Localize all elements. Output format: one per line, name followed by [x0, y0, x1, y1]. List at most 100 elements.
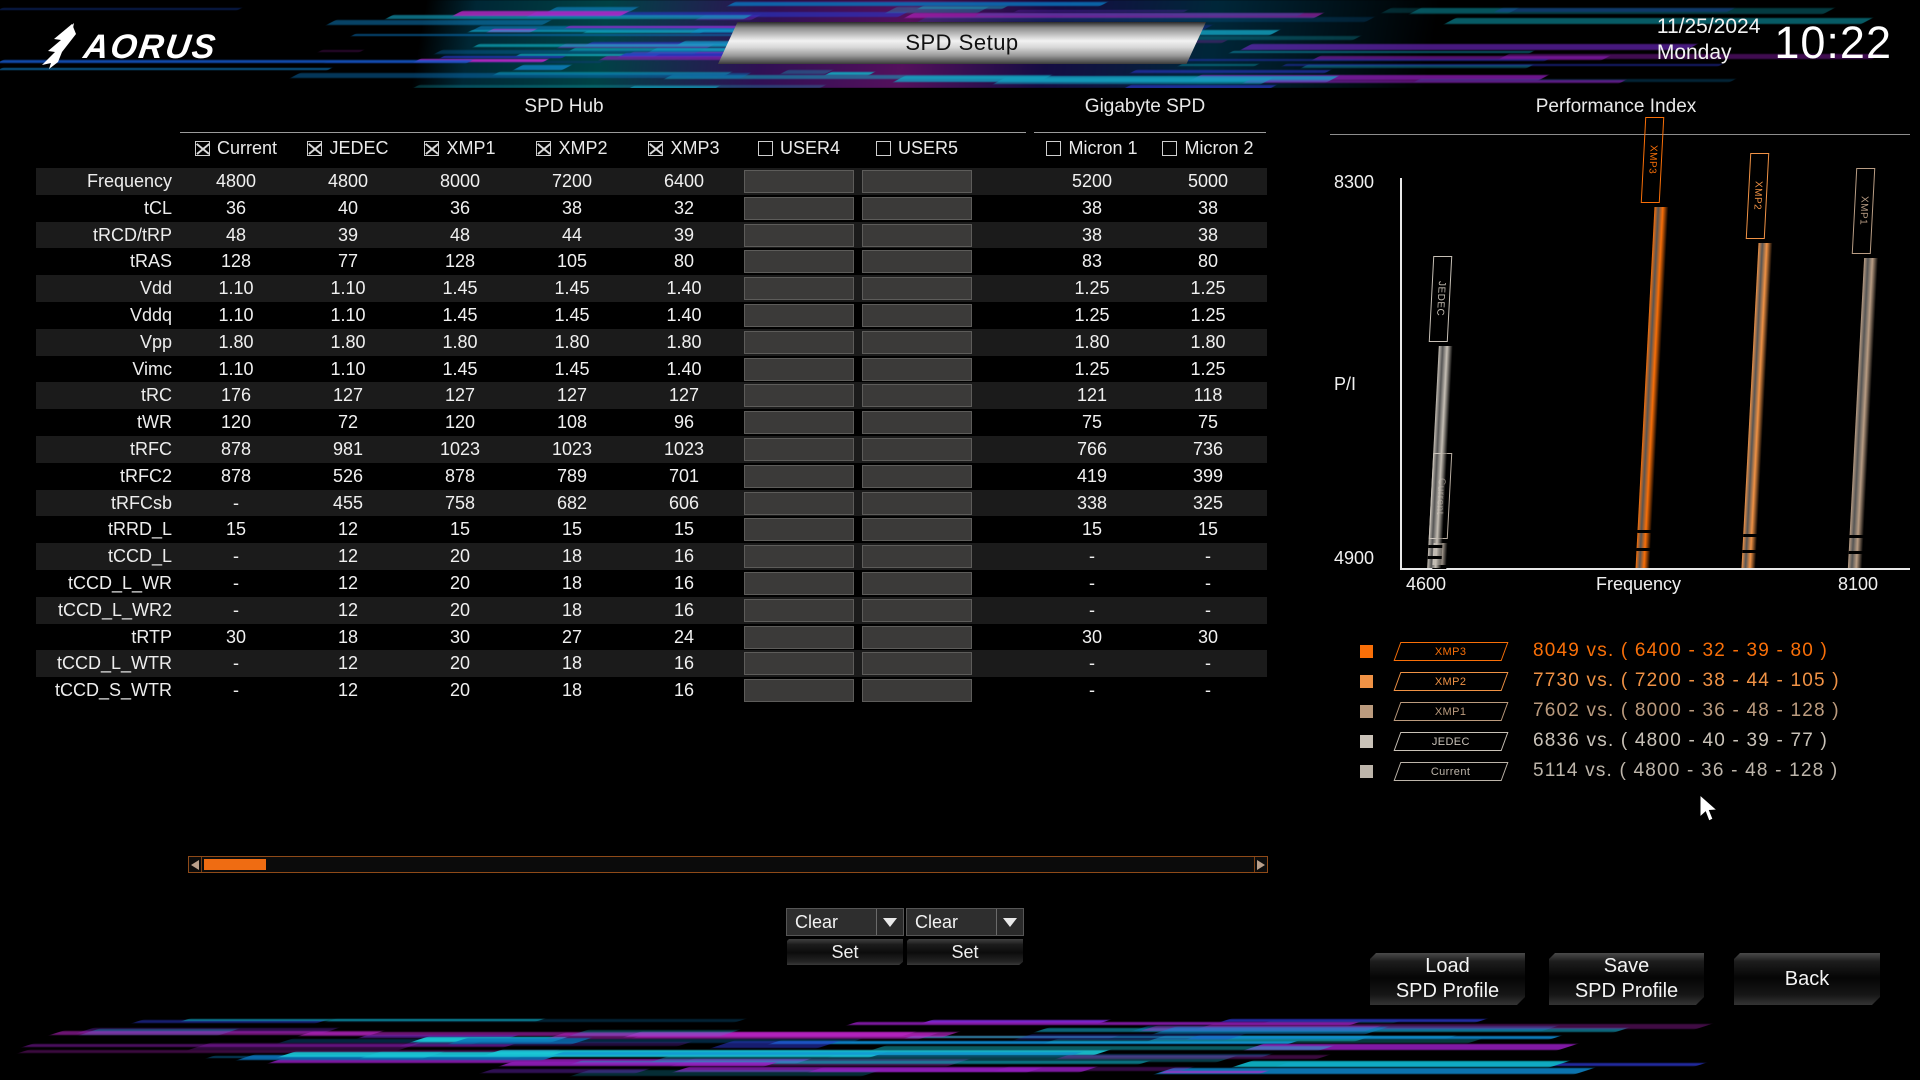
user-profile-input[interactable]: [744, 170, 854, 193]
table-cell: 38: [1081, 197, 1103, 218]
user-profile-input[interactable]: [862, 196, 972, 220]
user-profile-input[interactable]: [744, 545, 854, 569]
table-cell: 1.45: [554, 278, 590, 299]
checkbox-unchecked-icon[interactable]: [757, 141, 773, 156]
user-profile-input[interactable]: [744, 411, 854, 435]
table-column-header-user4[interactable]: USER4: [740, 138, 858, 159]
user-profile-input[interactable]: [862, 545, 972, 569]
table-cell: 20: [449, 653, 471, 674]
scroll-left-arrow-icon[interactable]: [189, 857, 201, 872]
user-profile-input[interactable]: [744, 518, 854, 542]
user5-set-button[interactable]: Set: [906, 938, 1024, 966]
user-profile-input[interactable]: [744, 652, 854, 676]
user-profile-input[interactable]: [862, 598, 972, 622]
user-profile-input[interactable]: [862, 679, 972, 703]
table-cell: 1.40: [666, 358, 702, 379]
user-profile-input[interactable]: [744, 250, 854, 274]
checkbox-unchecked-icon[interactable]: [875, 141, 891, 156]
checkbox-checked-icon[interactable]: [536, 141, 552, 156]
user-profile-input[interactable]: [862, 357, 972, 381]
user-profile-input[interactable]: [862, 437, 972, 461]
table-cell: 1.45: [442, 358, 478, 379]
checkbox-checked-icon[interactable]: [648, 141, 664, 156]
legend-tag-label: XMP3: [1435, 645, 1467, 657]
table-row-label: tRFC2: [119, 465, 172, 486]
horizontal-scrollbar[interactable]: [188, 856, 1268, 873]
table-column-header-micron-2[interactable]: Micron 2: [1150, 138, 1266, 159]
user-profile-input[interactable]: [862, 411, 972, 435]
user-profile-input[interactable]: [862, 330, 972, 354]
checkbox-unchecked-icon[interactable]: [1162, 141, 1178, 156]
table-cell: 15: [1197, 519, 1219, 540]
table-column-header-jedec[interactable]: JEDEC: [292, 138, 404, 159]
user-profile-input[interactable]: [862, 384, 972, 408]
legend-tag: Current: [1393, 761, 1509, 781]
table-column-header-micron-1[interactable]: Micron 1: [1034, 138, 1150, 159]
table-column-header-xmp3[interactable]: XMP3: [628, 138, 740, 159]
gigabyte-spd-section-title: Gigabyte SPD: [1084, 96, 1206, 117]
user-profile-input[interactable]: [862, 652, 972, 676]
user-profile-input[interactable]: [862, 491, 972, 515]
checkbox-unchecked-icon[interactable]: [1046, 141, 1062, 156]
user-profile-input[interactable]: [744, 277, 854, 301]
table-cell: 38: [1197, 197, 1219, 218]
table-cell: 18: [561, 680, 583, 701]
user-profile-input[interactable]: [862, 223, 972, 247]
checkbox-checked-icon[interactable]: [194, 141, 210, 156]
chevron-down-icon[interactable]: [996, 909, 1023, 935]
table-cell: 606: [668, 492, 700, 513]
user-profile-input[interactable]: [862, 250, 972, 274]
user-profile-input[interactable]: [744, 598, 854, 622]
user-profile-input[interactable]: [862, 464, 972, 488]
user-profile-input[interactable]: [744, 384, 854, 408]
user5-profile-select[interactable]: Clear: [906, 908, 1024, 936]
user-profile-input[interactable]: [862, 571, 972, 595]
user-profile-input[interactable]: [862, 625, 972, 649]
user-profile-input[interactable]: [862, 303, 972, 327]
performance-index-panel: Performance Index P/I 8300 4900 4600 Fre…: [1312, 96, 1920, 856]
user-profile-input[interactable]: [744, 464, 854, 488]
user-profile-input[interactable]: [744, 571, 854, 595]
chevron-down-icon[interactable]: [876, 909, 903, 935]
table-row-label: Frequency: [86, 171, 172, 191]
user4-set-button[interactable]: Set: [786, 938, 904, 966]
checkbox-checked-icon[interactable]: [307, 141, 323, 156]
table-cell: 399: [1192, 465, 1224, 486]
scroll-right-arrow-icon[interactable]: [1255, 857, 1267, 872]
user-profile-input[interactable]: [744, 196, 854, 220]
user4-profile-select[interactable]: Clear: [786, 908, 904, 936]
user-profile-input[interactable]: [744, 303, 854, 327]
table-row-label: Vddq: [129, 304, 172, 325]
table-cell: 12: [337, 653, 359, 674]
clock-time: 10:22: [1774, 17, 1892, 68]
table-column-header-xmp1[interactable]: XMP1: [404, 138, 516, 159]
user-profile-input[interactable]: [744, 625, 854, 649]
table-row: Frequency 4800 4800 8000 7200 6400 5200 5000: [0, 168, 1300, 195]
user-profile-input[interactable]: [744, 491, 854, 515]
user-profile-input[interactable]: [862, 518, 972, 542]
save-spd-profile-button[interactable]: Save SPD Profile: [1548, 952, 1705, 1006]
checkbox-checked-icon[interactable]: [424, 141, 440, 156]
table-column-header-current[interactable]: Current: [180, 138, 292, 159]
load-spd-profile-button[interactable]: Load SPD Profile: [1369, 952, 1526, 1006]
table-cell: 1.25: [1190, 278, 1226, 299]
user-profile-input[interactable]: [744, 679, 854, 703]
table-row: Vpp 1.80 1.80 1.80 1.80 1.80 1.80 1.80: [0, 328, 1300, 356]
table-column-header-xmp2[interactable]: XMP2: [516, 138, 628, 159]
user-profile-input[interactable]: [744, 223, 854, 247]
table-column-header-user5[interactable]: USER5: [858, 138, 976, 159]
user-profile-input[interactable]: [862, 277, 972, 301]
table-cell: 18: [561, 599, 583, 620]
user-profile-input[interactable]: [862, 170, 972, 193]
table-cell: 30: [1081, 626, 1103, 647]
table-cell: 108: [556, 412, 588, 433]
user-profile-input[interactable]: [744, 357, 854, 381]
scrollbar-thumb[interactable]: [204, 859, 266, 870]
user-profile-input[interactable]: [744, 437, 854, 461]
legend-color-swatch: [1360, 674, 1373, 688]
back-button[interactable]: Back: [1733, 952, 1881, 1006]
user-profile-input[interactable]: [744, 330, 854, 354]
scrollbar-track[interactable]: [201, 857, 1255, 872]
table-cell: 75: [1197, 412, 1219, 433]
table-cell: 878: [220, 465, 252, 486]
